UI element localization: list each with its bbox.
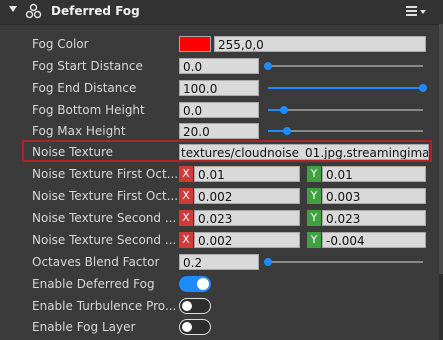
octaves-blend-factor-input[interactable]: 0.2 — [179, 254, 259, 270]
noise-second-1-label: Noise Texture Second ... — [32, 211, 177, 225]
fog-max-height-input[interactable]: 20.0 — [179, 123, 259, 139]
fog-start-distance-row: Fog Start Distance 0.0 — [0, 55, 438, 77]
noise-second-1-y-input[interactable]: 0.023 — [322, 210, 426, 226]
fog-max-height-slider[interactable] — [268, 127, 423, 135]
x-axis-badge: X — [179, 210, 193, 226]
slider-handle[interactable] — [264, 258, 272, 266]
fog-start-distance-slider[interactable] — [264, 62, 423, 70]
noise-second-1-x-input[interactable]: 0.023 — [194, 210, 300, 226]
octaves-blend-factor-label: Octaves Blend Factor — [32, 255, 160, 269]
fog-end-distance-row: Fog End Distance 100.0 — [0, 77, 438, 99]
x-axis-badge: X — [179, 232, 193, 248]
enable-fog-layer-row: Enable Fog Layer — [0, 316, 438, 338]
fog-color-swatch[interactable] — [179, 36, 211, 52]
noise-second-2-label: Noise Texture Second ... — [32, 233, 177, 247]
enable-fog-layer-toggle[interactable] — [179, 319, 211, 335]
hamburger-menu-icon[interactable] — [406, 4, 430, 20]
noise-first-octave-1-x-input[interactable]: 0.01 — [194, 166, 300, 182]
deferred-fog-panel: Deferred Fog Fog Color 255,0,0 Fog Start… — [0, 0, 443, 340]
noise-second-2-y-input[interactable]: -0.004 — [322, 232, 426, 248]
noise-first-octave-1-row: Noise Texture First Oct... X 0.01 Y 0.01 — [0, 163, 438, 185]
noise-first-octave-2-row: Noise Texture First Oct... X 0.002 Y 0.0… — [0, 185, 438, 207]
slider-fill — [268, 87, 423, 89]
component-header[interactable]: Deferred Fog — [0, 0, 443, 25]
fog-color-label: Fog Color — [32, 37, 89, 51]
fog-start-distance-label: Fog Start Distance — [32, 59, 143, 73]
noise-first-octave-2-y-input[interactable]: 0.003 — [322, 188, 426, 204]
component-title: Deferred Fog — [51, 4, 140, 18]
slider-handle[interactable] — [279, 106, 288, 114]
fog-max-height-row: Fog Max Height 20.0 — [0, 120, 438, 142]
enable-deferred-fog-row: Enable Deferred Fog — [0, 273, 438, 295]
noise-first-octave-1-y-input[interactable]: 0.01 — [322, 166, 426, 182]
collapse-arrow-icon[interactable] — [9, 6, 17, 12]
toggle-knob — [182, 321, 192, 332]
octaves-blend-factor-slider[interactable] — [264, 258, 423, 266]
enable-turbulence-label: Enable Turbulence Pro... — [32, 299, 177, 313]
toggle-knob — [197, 278, 209, 290]
fog-bottom-height-label: Fog Bottom Height — [32, 103, 145, 117]
selection-highlight — [22, 140, 432, 162]
enable-fog-layer-label: Enable Fog Layer — [32, 320, 136, 334]
fog-start-distance-input[interactable]: 0.0 — [179, 58, 259, 74]
octaves-blend-factor-row: Octaves Blend Factor 0.2 — [0, 251, 438, 273]
x-axis-badge: X — [179, 188, 193, 204]
y-axis-badge: Y — [307, 210, 321, 226]
toggle-knob — [182, 300, 192, 311]
enable-deferred-fog-toggle[interactable] — [179, 276, 211, 292]
enable-deferred-fog-label: Enable Deferred Fog — [32, 277, 155, 291]
fog-end-distance-label: Fog End Distance — [32, 81, 137, 95]
molecule-icon — [25, 3, 42, 19]
noise-first-octave-1-label: Noise Texture First Oct... — [32, 167, 179, 181]
fog-bottom-height-slider[interactable] — [268, 106, 423, 114]
y-axis-badge: Y — [307, 232, 321, 248]
enable-turbulence-toggle[interactable] — [179, 298, 211, 314]
slider-handle[interactable] — [419, 84, 427, 92]
fog-bottom-height-row: Fog Bottom Height 0.0 — [0, 99, 438, 121]
slider-handle[interactable] — [282, 127, 291, 135]
fog-color-row: Fog Color 255,0,0 — [0, 33, 438, 55]
noise-first-octave-2-label: Noise Texture First Oct... — [32, 189, 179, 203]
noise-second-2-x-input[interactable]: 0.002 — [194, 232, 300, 248]
fog-end-distance-input[interactable]: 100.0 — [179, 80, 259, 96]
x-axis-badge: X — [179, 166, 193, 182]
noise-first-octave-2-x-input[interactable]: 0.002 — [194, 188, 300, 204]
y-axis-badge: Y — [307, 188, 321, 204]
enable-turbulence-row: Enable Turbulence Pro... — [0, 295, 438, 317]
fog-end-distance-slider[interactable] — [268, 84, 427, 92]
scrollbar-thumb[interactable] — [439, 24, 443, 274]
slider-handle[interactable] — [264, 62, 272, 70]
fog-max-height-label: Fog Max Height — [32, 124, 126, 138]
noise-second-1-row: Noise Texture Second ... X 0.023 Y 0.023 — [0, 207, 438, 229]
fog-bottom-height-input[interactable]: 0.0 — [179, 102, 259, 118]
fog-color-input[interactable]: 255,0,0 — [214, 36, 426, 52]
noise-second-2-row: Noise Texture Second ... X 0.002 Y -0.00… — [0, 229, 438, 251]
y-axis-badge: Y — [307, 166, 321, 182]
